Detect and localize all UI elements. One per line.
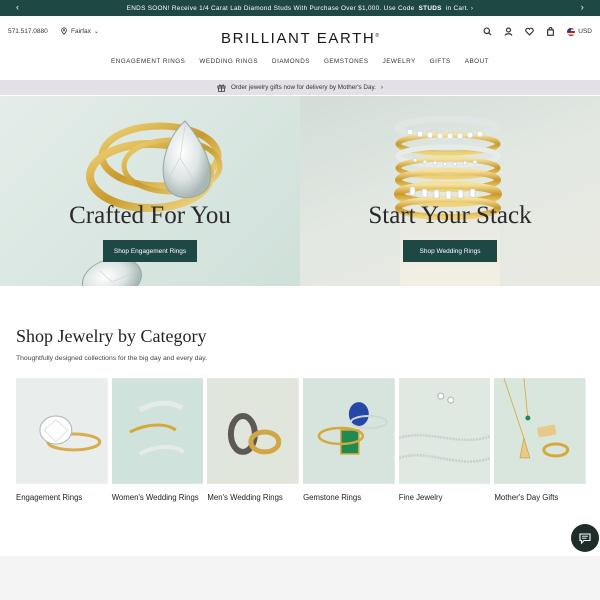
category-label: Women's Wedding Rings: [111, 493, 199, 502]
category-heading: Shop Jewelry by Category: [16, 326, 207, 346]
mothers-day-gifts-image: [494, 378, 587, 484]
hero-left-title: Crafted For You: [69, 202, 231, 229]
nav-gemstones[interactable]: GEMSTONES: [324, 58, 369, 72]
search-icon[interactable]: [483, 27, 492, 36]
promo-code: STUDS: [418, 4, 442, 12]
category-cards: Engagement Rings Women's Wedding Rings M…: [16, 378, 587, 503]
shop-engagement-rings-button[interactable]: Shop Engagement Rings: [103, 240, 197, 262]
promo-next-arrow-icon[interactable]: ›: [581, 2, 584, 12]
gemstone-rings-image: [303, 378, 395, 484]
hero-engagement[interactable]: Crafted For You Shop Engagement Rings: [0, 96, 300, 286]
category-card-fine-jewelry[interactable]: Fine Jewelry: [398, 378, 491, 503]
hero-wedding[interactable]: Start Your Stack Shop Wedding Rings: [300, 96, 600, 286]
category-subtitle: Thoughtfully designed collections for th…: [16, 355, 208, 362]
user-icon[interactable]: [504, 27, 513, 36]
mens-wedding-rings-image: [207, 378, 300, 484]
header-icons: USD: [483, 27, 592, 36]
promo-prev-arrow-icon[interactable]: ‹: [16, 2, 19, 12]
nav-gifts[interactable]: GIFTS: [430, 58, 451, 72]
category-card-mothers-day-gifts[interactable]: Mother's Day Gifts: [494, 378, 587, 503]
main-nav: ENGAGEMENT RINGS WEDDING RINGS DIAMONDS …: [0, 58, 600, 72]
category-label: Men's Wedding Rings: [207, 493, 283, 502]
nav-wedding-rings[interactable]: WEDDING RINGS: [199, 58, 258, 72]
nav-about[interactable]: ABOUT: [465, 58, 489, 72]
site-header: 571.517.0880 Fairfax ⌄ BRILLIANT EARTH® …: [0, 16, 600, 56]
category-label: Fine Jewelry: [398, 493, 443, 502]
currency-label: USD: [578, 28, 592, 35]
gift-banner-text: Order jewelry gifts now for delivery by …: [230, 84, 376, 91]
hero-right-title: Start Your Stack: [368, 202, 532, 229]
category-card-mens-wedding-rings[interactable]: Men's Wedding Rings: [207, 378, 300, 503]
nav-jewelry[interactable]: JEWELRY: [383, 58, 416, 72]
category-label: Mother's Day Gifts: [494, 493, 559, 502]
nav-diamonds[interactable]: DIAMONDS: [272, 58, 310, 72]
category-label: Gemstone Rings: [303, 493, 362, 502]
promo-text: ENDS SOON! Receive 1/4 Carat Lab Diamond…: [126, 4, 474, 12]
engagement-ring-image: [16, 378, 108, 484]
shop-wedding-rings-button[interactable]: Shop Wedding Rings: [403, 240, 497, 262]
promo-bar[interactable]: ‹ ENDS SOON! Receive 1/4 Carat Lab Diamo…: [0, 0, 600, 16]
chevron-right-icon: ›: [380, 84, 384, 91]
category-card-womens-wedding-rings[interactable]: Women's Wedding Rings: [111, 378, 204, 503]
category-card-gemstone-rings[interactable]: Gemstone Rings: [303, 378, 395, 503]
category-card-engagement-rings[interactable]: Engagement Rings: [16, 378, 108, 503]
next-section: [0, 556, 600, 600]
gift-banner[interactable]: Order jewelry gifts now for delivery by …: [0, 80, 600, 95]
nav-engagement-rings[interactable]: ENGAGEMENT RINGS: [111, 58, 185, 72]
us-flag-icon: [567, 27, 576, 36]
heart-icon[interactable]: [525, 27, 535, 36]
womens-wedding-rings-image: [111, 378, 204, 484]
currency-selector[interactable]: USD: [567, 27, 592, 36]
fine-jewelry-image: [398, 378, 491, 484]
chat-icon: [579, 533, 591, 545]
gift-icon: [217, 84, 226, 92]
category-label: Engagement Rings: [16, 493, 83, 502]
bag-icon[interactable]: [546, 27, 555, 36]
chat-button[interactable]: [571, 524, 599, 552]
